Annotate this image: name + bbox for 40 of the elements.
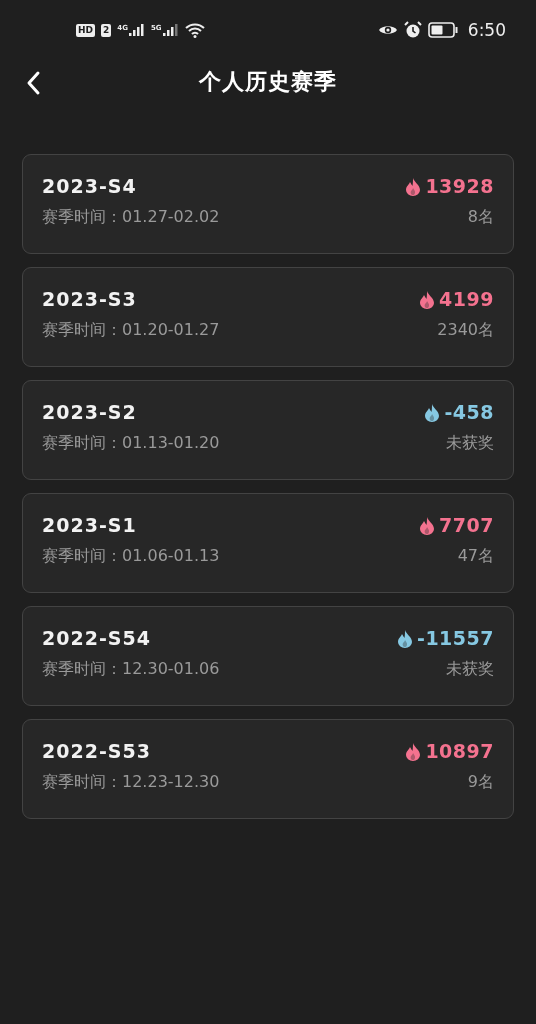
score-value: 4199 bbox=[439, 288, 494, 310]
score-value: -458 bbox=[444, 401, 494, 423]
season-name: 2023-S2 bbox=[42, 401, 137, 423]
season-card[interactable]: 2022-S54 -11557 赛季时间：12.30-01.06 未获奖 bbox=[22, 606, 514, 706]
season-name: 2023-S4 bbox=[42, 175, 137, 197]
clock-time: 6:50 bbox=[467, 20, 506, 40]
season-card[interactable]: 2023-S3 4199 赛季时间：01.20-01.27 2340名 bbox=[22, 267, 514, 367]
season-period: 赛季时间：01.13-01.20 bbox=[42, 433, 220, 454]
season-period: 赛季时间：01.27-02.02 bbox=[42, 207, 220, 228]
page-title: 个人历史赛季 bbox=[199, 68, 337, 96]
signal-icon bbox=[162, 24, 179, 36]
alarm-icon bbox=[403, 21, 422, 39]
season-period: 赛季时间：01.20-01.27 bbox=[42, 320, 220, 341]
season-period: 赛季时间：12.23-12.30 bbox=[42, 772, 220, 793]
rank-text: 2340名 bbox=[437, 320, 494, 341]
wifi-icon bbox=[184, 22, 205, 38]
score-value: 13928 bbox=[425, 175, 494, 197]
battery-icon bbox=[427, 22, 458, 38]
season-card[interactable]: 2023-S4 13928 赛季时间：01.27-02.02 8名 bbox=[22, 154, 514, 254]
season-card[interactable]: 2023-S2 -458 赛季时间：01.13-01.20 未获奖 bbox=[22, 380, 514, 480]
season-card[interactable]: 2022-S53 10897 赛季时间：12.23-12.30 9名 bbox=[22, 719, 514, 819]
season-name: 2022-S54 bbox=[42, 627, 151, 649]
season-period: 赛季时间：01.06-01.13 bbox=[42, 546, 220, 567]
rank-text: 未获奖 bbox=[446, 433, 494, 454]
score-value: 10897 bbox=[425, 740, 494, 762]
rank-text: 9名 bbox=[467, 772, 494, 793]
eye-icon bbox=[377, 23, 398, 37]
season-period: 赛季时间：12.30-01.06 bbox=[42, 659, 220, 680]
score-value: -11557 bbox=[417, 627, 494, 649]
season-card[interactable]: 2023-S1 7707 赛季时间：01.06-01.13 47名 bbox=[22, 493, 514, 593]
season-name: 2023-S1 bbox=[42, 514, 137, 536]
sim-badge: 2 bbox=[101, 23, 112, 37]
season-name: 2022-S53 bbox=[42, 740, 151, 762]
rank-text: 8名 bbox=[467, 207, 494, 228]
rank-text: 47名 bbox=[457, 546, 494, 567]
hd-badge: HD bbox=[76, 23, 95, 37]
signal-icon bbox=[128, 24, 145, 36]
season-name: 2023-S3 bbox=[42, 288, 137, 310]
score-value: 7707 bbox=[439, 514, 494, 536]
rank-text: 未获奖 bbox=[446, 659, 494, 680]
